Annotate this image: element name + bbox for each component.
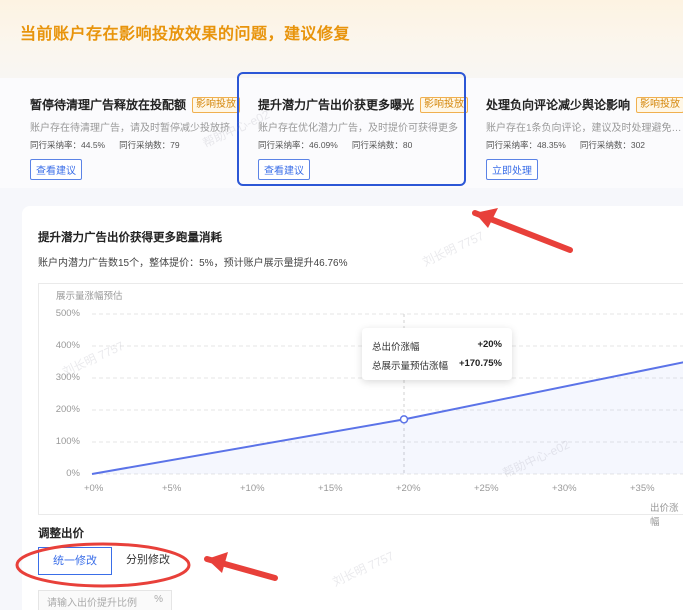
- percent-unit: %: [154, 594, 163, 605]
- card-title: 暂停待清理广告释放在投配额 影响投放: [30, 96, 245, 113]
- x-axis-label: 出价涨幅: [650, 503, 679, 528]
- card-stats: 同行采纳率：44.5% 同行采纳数：79: [30, 140, 180, 150]
- y-tick-label: 300%: [55, 372, 80, 383]
- x-tick-label: +20%: [396, 483, 421, 494]
- chart-frame: [38, 283, 683, 515]
- x-tick-label: +5%: [162, 483, 182, 494]
- suggestion-card-negative-comments[interactable]: 处理负向评论减少舆论影响 影响投放 账户存在1条负向评论，建议及时处理避免… 同行…: [486, 96, 683, 180]
- card-stats: 同行采纳率：48.35% 同行采纳数：302: [486, 140, 646, 150]
- x-tick-label: +0%: [84, 483, 104, 494]
- input-placeholder: 请输入出价提升比例: [47, 598, 137, 609]
- page-title: 当前账户存在影响投放效果的问题，建议修复: [20, 26, 351, 43]
- adjust-bid-title: 调整出价: [38, 528, 84, 540]
- impact-badge: 影响投放: [636, 96, 683, 113]
- card-description: 账户存在1条负向评论，建议及时处理避免…: [486, 123, 682, 134]
- suggestion-card-cleanup[interactable]: 暂停待清理广告释放在投配额 影响投放 账户存在待清理广告，请及时暂停减少投放挤..…: [30, 96, 245, 180]
- tooltip-row-impressions: 总展示量预估涨幅 +170.75%: [372, 358, 502, 372]
- x-tick-label: +10%: [240, 483, 265, 494]
- y-tick-label: 0%: [66, 468, 80, 479]
- chart-tooltip: 总出价涨幅 +20% 总展示量预估涨幅 +170.75%: [362, 328, 512, 380]
- y-tick-label: 500%: [55, 308, 80, 319]
- handle-now-button[interactable]: 立即处理: [486, 159, 538, 180]
- adjust-mode-group: 统一修改 分别修改: [38, 547, 184, 575]
- separate-edit-button[interactable]: 分别修改: [112, 547, 184, 575]
- bid-increase-input[interactable]: 请输入出价提升比例 %: [38, 590, 172, 610]
- panel-description: 账户内潜力广告数15个，整体提价：5%，预计账户展示量提升46.76%: [38, 258, 348, 269]
- card-description: 账户存在待清理广告，请及时暂停减少投放挤...: [30, 123, 230, 134]
- y-tick-label: 100%: [55, 436, 80, 447]
- view-suggestion-button[interactable]: 查看建议: [30, 159, 82, 180]
- panel-title: 提升潜力广告出价获得更多跑量消耗: [38, 232, 222, 244]
- selected-card-highlight: [237, 72, 466, 186]
- y-tick-label: 400%: [55, 340, 80, 351]
- y-axis-label: 展示量涨幅预估: [56, 291, 123, 302]
- tooltip-row-bid: 总出价涨幅 +20%: [372, 339, 502, 353]
- unified-edit-button[interactable]: 统一修改: [38, 547, 112, 575]
- x-tick-label: +15%: [318, 483, 343, 494]
- card-title: 处理负向评论减少舆论影响 影响投放: [486, 96, 683, 113]
- x-tick-label: +35%: [630, 483, 655, 494]
- impact-badge: 影响投放: [192, 96, 241, 113]
- y-tick-label: 200%: [55, 404, 80, 415]
- x-tick-label: +25%: [474, 483, 499, 494]
- x-tick-label: +30%: [552, 483, 577, 494]
